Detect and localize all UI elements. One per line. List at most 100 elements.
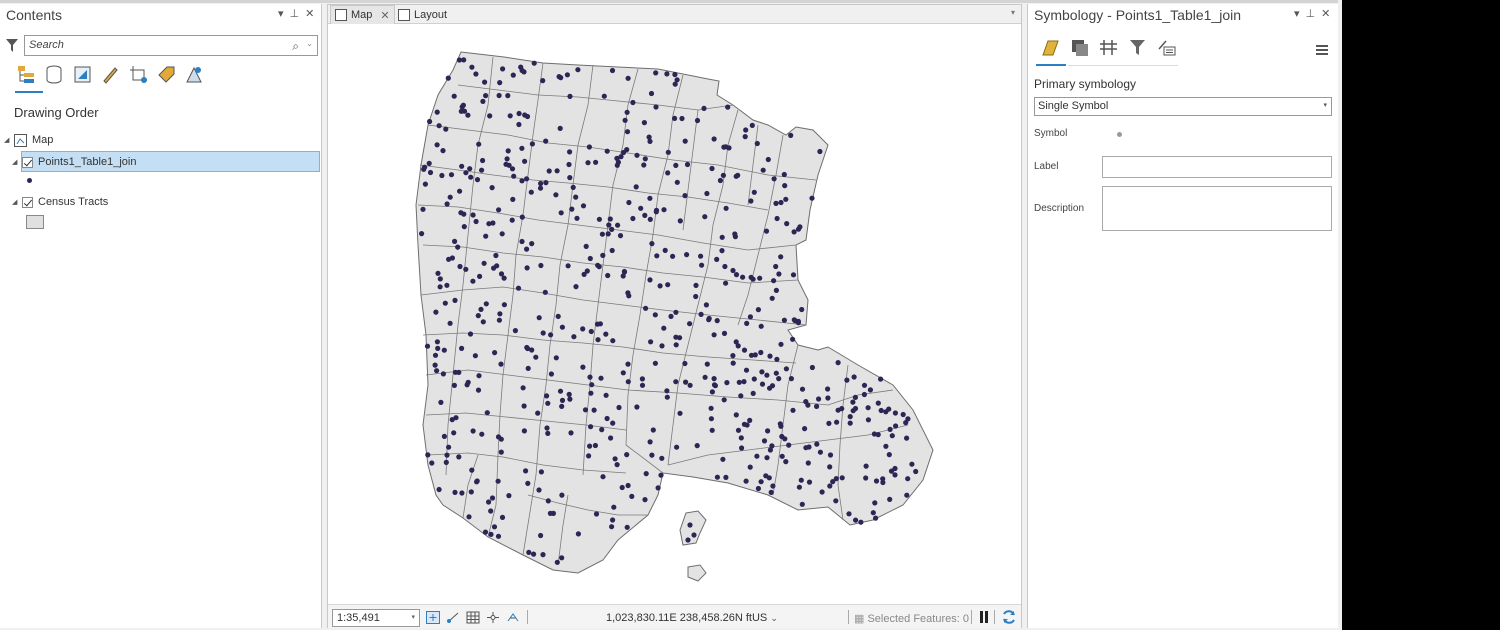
point-feature[interactable] — [763, 228, 770, 234]
point-feature[interactable] — [709, 389, 715, 395]
point-feature[interactable] — [486, 221, 492, 227]
point-feature[interactable] — [586, 453, 592, 459]
point-feature[interactable] — [682, 360, 688, 367]
point-feature[interactable] — [872, 500, 878, 506]
point-feature[interactable] — [495, 478, 501, 484]
point-feature[interactable] — [744, 320, 750, 326]
point-feature[interactable] — [625, 379, 631, 385]
point-feature[interactable] — [752, 352, 758, 358]
point-feature[interactable] — [803, 445, 809, 451]
point-feature[interactable] — [883, 443, 889, 449]
point-feature[interactable] — [699, 262, 705, 268]
point-feature[interactable] — [479, 167, 485, 173]
point-feature[interactable] — [611, 504, 617, 510]
point-feature[interactable] — [741, 421, 747, 427]
point-feature[interactable] — [702, 374, 708, 380]
point-feature[interactable] — [738, 393, 744, 399]
point-feature[interactable] — [647, 138, 653, 144]
point-feature[interactable] — [588, 424, 594, 430]
point-feature[interactable] — [726, 145, 732, 151]
point-feature[interactable] — [488, 531, 494, 537]
point-feature[interactable] — [670, 253, 676, 259]
point-feature[interactable] — [564, 72, 570, 78]
point-feature[interactable] — [538, 180, 544, 187]
point-feature[interactable] — [765, 428, 771, 434]
point-feature[interactable] — [529, 347, 535, 353]
point-feature[interactable] — [723, 205, 729, 211]
point-feature[interactable] — [604, 415, 610, 422]
point-feature[interactable] — [505, 93, 511, 99]
point-feature[interactable] — [641, 120, 647, 126]
point-feature[interactable] — [515, 285, 522, 291]
point-feature[interactable] — [444, 452, 450, 458]
point-feature[interactable] — [661, 325, 667, 331]
point-feature[interactable] — [580, 364, 586, 370]
point-feature[interactable] — [603, 392, 609, 398]
point-feature[interactable] — [519, 178, 525, 184]
point-feature[interactable] — [684, 161, 691, 168]
point-feature[interactable] — [536, 315, 542, 321]
point-feature[interactable] — [441, 347, 447, 353]
point-feature[interactable] — [642, 497, 648, 503]
point-feature[interactable] — [531, 60, 537, 66]
point-feature[interactable] — [447, 194, 453, 200]
point-feature[interactable] — [544, 393, 550, 399]
point-feature[interactable] — [736, 379, 742, 385]
point-feature[interactable] — [711, 136, 717, 142]
point-feature[interactable] — [626, 293, 632, 299]
point-feature[interactable] — [913, 468, 919, 475]
point-feature[interactable] — [892, 410, 899, 416]
point-feature[interactable] — [497, 311, 503, 317]
symbol-layers-icon[interactable] — [1098, 37, 1119, 58]
contents-pane-controls[interactable]: ▾⊥✕ — [278, 7, 320, 20]
point-feature[interactable] — [817, 148, 823, 155]
point-feature[interactable] — [569, 206, 575, 212]
point-feature[interactable] — [711, 382, 718, 388]
point-feature[interactable] — [475, 387, 482, 393]
point-feature[interactable] — [778, 341, 784, 347]
point-feature[interactable] — [702, 214, 708, 220]
point-feature[interactable] — [447, 320, 453, 326]
point-feature[interactable] — [774, 356, 780, 362]
point-feature[interactable] — [456, 57, 462, 63]
point-feature[interactable] — [883, 409, 889, 415]
point-feature[interactable] — [558, 210, 564, 216]
point-feature[interactable] — [610, 338, 616, 344]
primary-symbology-select[interactable]: Single Symbol ▾ — [1034, 97, 1332, 116]
point-feature[interactable] — [759, 369, 765, 375]
point-feature[interactable] — [584, 268, 590, 274]
point-feature[interactable] — [457, 188, 463, 194]
point-feature[interactable] — [469, 467, 475, 473]
point-feature[interactable] — [703, 302, 709, 308]
point-feature[interactable] — [865, 405, 871, 411]
point-feature[interactable] — [708, 416, 714, 422]
point-feature[interactable] — [867, 387, 874, 393]
point-feature[interactable] — [711, 332, 717, 338]
point-feature[interactable] — [665, 170, 671, 176]
point-feature[interactable] — [619, 484, 625, 491]
point-feature[interactable] — [784, 221, 790, 227]
point-feature[interactable] — [519, 145, 525, 151]
point-feature[interactable] — [607, 216, 613, 222]
point-feature[interactable] — [624, 147, 630, 153]
point-feature[interactable] — [615, 222, 621, 228]
point-feature[interactable] — [505, 148, 511, 154]
point-feature[interactable] — [816, 396, 822, 402]
point-feature[interactable] — [653, 104, 659, 110]
chevron-down-icon[interactable]: ▾ — [1323, 101, 1327, 109]
point-feature[interactable] — [548, 332, 554, 338]
point-feature[interactable] — [825, 395, 831, 401]
list-by-labeling-icon[interactable] — [156, 64, 177, 85]
point-feature[interactable] — [424, 343, 431, 349]
point-feature[interactable] — [512, 328, 518, 334]
point-feature[interactable] — [589, 382, 595, 388]
point-feature[interactable] — [441, 433, 447, 439]
point-feature[interactable] — [661, 207, 667, 213]
point-feature[interactable] — [903, 420, 909, 426]
point-feature[interactable] — [620, 273, 626, 279]
point-feature[interactable] — [436, 486, 442, 493]
point-feature[interactable] — [770, 483, 776, 489]
point-feature[interactable] — [791, 229, 797, 235]
point-feature[interactable] — [875, 400, 881, 406]
point-feature[interactable] — [748, 274, 754, 280]
